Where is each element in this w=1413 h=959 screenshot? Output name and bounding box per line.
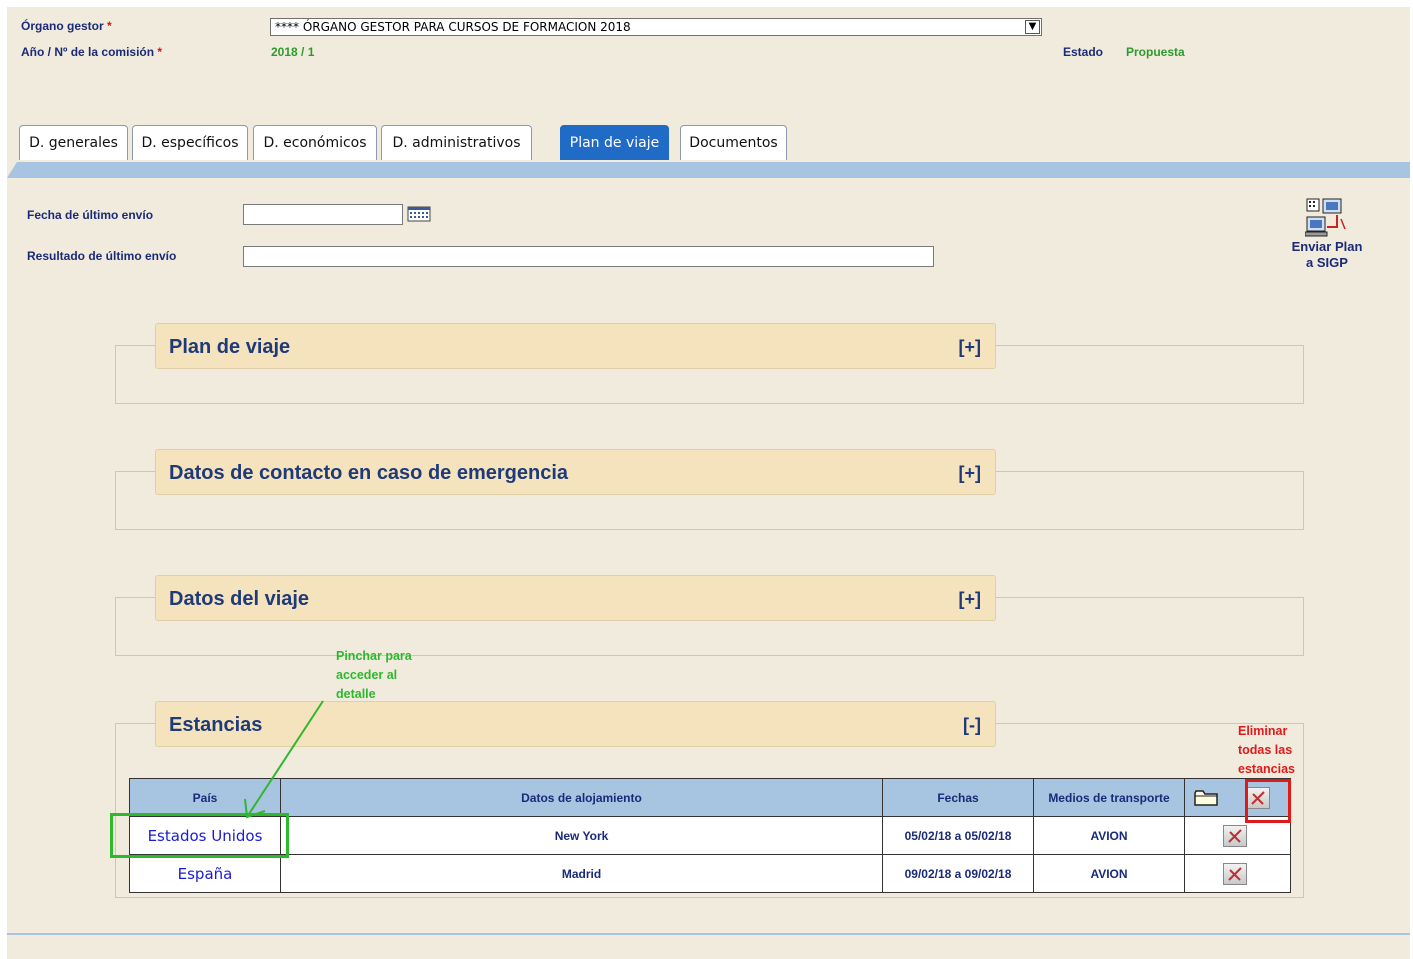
anio-comision-label: Año / Nº de la comisión *: [21, 45, 163, 59]
bottom-divider: [7, 933, 1410, 935]
fecha-envio-label: Fecha de último envío: [27, 208, 154, 222]
section-title: Datos del viaje: [169, 588, 310, 610]
tab-d-generales[interactable]: D. generales: [19, 125, 128, 160]
organo-gestor-label: Órgano gestor *: [21, 19, 112, 33]
alojamiento-cell: New York: [280, 816, 883, 855]
send-plan-label-line1: Enviar Plan: [1291, 239, 1363, 254]
pais-cell[interactable]: España: [129, 854, 281, 893]
expand-toggle[interactable]: [+]: [959, 463, 982, 484]
section-title: Plan de viaje: [169, 336, 291, 358]
annotation-red-note: Eliminar todas las estancias: [1238, 722, 1295, 779]
collapse-toggle[interactable]: [-]: [963, 715, 981, 736]
annotation-line: acceder al: [336, 668, 398, 682]
send-plan-icon[interactable]: [1305, 197, 1349, 237]
annotation-arrow-icon: [244, 700, 324, 819]
section-contacto-header[interactable]: Datos de contacto en caso de emergencia …: [155, 449, 996, 495]
send-plan-label-line2: a SIGP: [1306, 255, 1348, 270]
annotation-green-note: Pinchar para acceder al detalle: [336, 647, 412, 704]
fecha-envio-input[interactable]: [243, 204, 403, 225]
tab-d-especificos[interactable]: D. específicos: [132, 125, 248, 160]
resultado-envio-input[interactable]: [243, 246, 934, 267]
organo-gestor-value: **** ÓRGANO GESTOR PARA CURSOS DE FORMAC…: [275, 20, 631, 34]
expand-toggle[interactable]: [+]: [959, 589, 982, 610]
section-datos-viaje-header[interactable]: Datos del viaje [+]: [155, 575, 996, 621]
resultado-envio-label: Resultado de último envío: [27, 249, 177, 263]
section-plan-de-viaje-header[interactable]: Plan de viaje [+]: [155, 323, 996, 369]
estado-label: Estado: [1063, 45, 1104, 59]
transporte-cell: AVION: [1033, 854, 1185, 893]
tab-d-economicos[interactable]: D. económicos: [253, 125, 377, 160]
table-row: España Madrid 09/02/18 a 09/02/18 AVION: [129, 854, 1291, 893]
column-header-fechas: Fechas: [882, 778, 1034, 817]
column-header-transporte: Medios de transporte: [1033, 778, 1185, 817]
delete-row-button[interactable]: [1223, 824, 1247, 847]
annotation-highlight-red: [1245, 779, 1291, 823]
alojamiento-cell: Madrid: [280, 854, 883, 893]
annotation-line: todas las: [1238, 743, 1293, 757]
column-header-alojamiento: Datos de alojamiento: [280, 778, 883, 817]
transporte-cell: AVION: [1033, 816, 1185, 855]
annotation-line: estancias: [1238, 762, 1295, 776]
calendar-icon[interactable]: [407, 206, 431, 222]
send-plan-button[interactable]: Enviar Plan a SIGP: [1277, 239, 1377, 271]
country-link[interactable]: España: [178, 865, 233, 883]
folder-icon[interactable]: [1193, 788, 1221, 808]
delete-row-button[interactable]: [1223, 862, 1247, 885]
fechas-cell: 05/02/18 a 05/02/18: [882, 816, 1034, 855]
delete-icon: [1228, 828, 1242, 843]
section-title: Datos de contacto en caso de emergencia: [169, 462, 569, 484]
organo-gestor-select[interactable]: **** ÓRGANO GESTOR PARA CURSOS DE FORMAC…: [270, 18, 1042, 36]
tab-bar-divider: [7, 162, 1410, 178]
anio-comision-value: 2018 / 1: [271, 45, 315, 59]
annotation-line: Pinchar para: [336, 649, 412, 663]
tab-documentos[interactable]: Documentos: [680, 125, 787, 160]
fechas-cell: 09/02/18 a 09/02/18: [882, 854, 1034, 893]
tab-plan-de-viaje[interactable]: Plan de viaje: [560, 125, 669, 160]
actions-cell: [1184, 854, 1291, 893]
annotation-line: Eliminar: [1238, 724, 1288, 738]
expand-toggle[interactable]: [+]: [959, 337, 982, 358]
annotation-line: detalle: [336, 687, 376, 701]
tab-d-administrativos[interactable]: D. administrativos: [381, 125, 532, 160]
delete-icon: [1228, 866, 1242, 881]
chevron-down-icon[interactable]: ▼: [1025, 20, 1040, 34]
estado-value: Propuesta: [1126, 45, 1185, 59]
page: Órgano gestor * **** ÓRGANO GESTOR PARA …: [7, 7, 1410, 959]
